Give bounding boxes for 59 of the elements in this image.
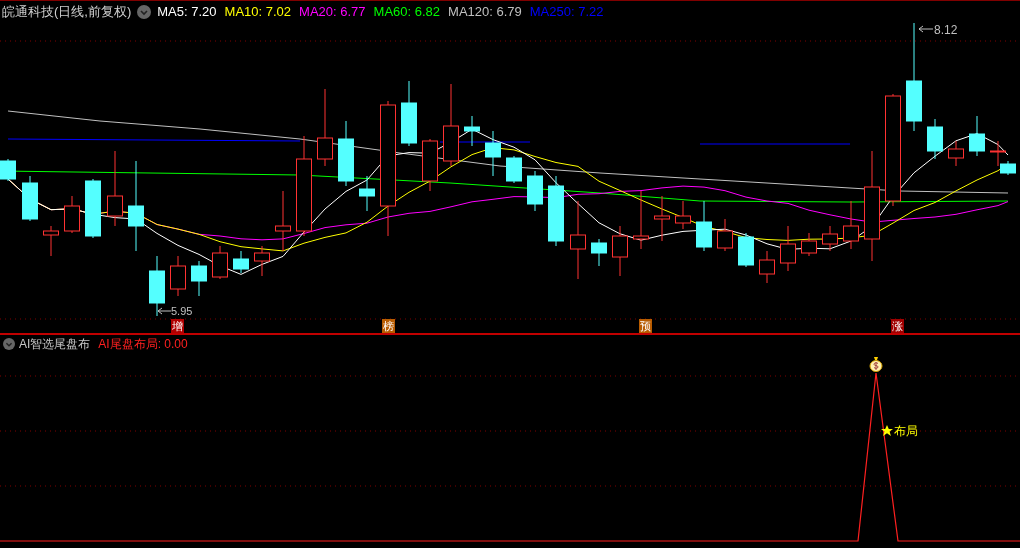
moving-average-value: MA5: 7.20	[157, 3, 217, 22]
candlestick	[464, 115, 480, 147]
candlestick	[22, 175, 38, 222]
candlestick	[401, 80, 417, 147]
event-marker: 增	[171, 319, 184, 333]
candlestick	[212, 245, 228, 280]
candlestick	[254, 245, 270, 277]
moving-average-value: MA250: 7.22	[529, 3, 604, 22]
candlestick	[780, 225, 796, 272]
collapse-icon[interactable]	[3, 338, 15, 350]
moving-average-value: MA20: 6.77	[299, 3, 366, 22]
signal-label: 布局	[894, 423, 918, 440]
candlestick	[738, 232, 754, 268]
moving-average-value: MA10: 7.02	[224, 3, 292, 22]
high-price-label: 8.12	[934, 22, 958, 39]
candlestick	[801, 232, 817, 257]
candlestick	[527, 170, 543, 212]
candlestick	[633, 190, 649, 250]
candlestick	[485, 130, 501, 177]
candlestick	[948, 140, 964, 167]
candlestick	[191, 260, 207, 297]
event-marker: 榜	[382, 319, 395, 333]
candlestick	[612, 225, 628, 277]
candlestick	[149, 255, 165, 317]
candlestick	[822, 225, 838, 252]
candlestick	[675, 200, 691, 230]
candlestick	[759, 250, 775, 284]
candlestick	[548, 175, 564, 247]
candlestick	[233, 250, 249, 274]
candlestick	[591, 238, 607, 267]
candlestick	[654, 195, 670, 242]
leader-line	[157, 305, 171, 317]
candlestick	[717, 218, 733, 252]
collapse-icon[interactable]	[137, 5, 152, 19]
stock-title: 皖通科技(日线,前复权)	[2, 3, 132, 22]
moving-average-value: MA120: 6.79	[448, 3, 522, 22]
candlestick	[422, 138, 438, 192]
indicator-name: AI智选尾盘布	[19, 336, 91, 353]
candlestick	[359, 175, 375, 212]
indicator-reading: AI尾盘布局: 0.00	[98, 336, 188, 353]
candlestick	[338, 120, 354, 187]
candlestick	[170, 255, 186, 297]
low-price-label: 5.95	[171, 305, 193, 317]
star-icon	[881, 425, 893, 437]
event-marker: 涨	[891, 319, 904, 333]
candlestick	[927, 118, 943, 160]
candlestick	[506, 155, 522, 184]
candlestick	[64, 195, 80, 234]
candlestick	[43, 225, 59, 257]
candlestick	[969, 115, 985, 157]
leader-line	[918, 23, 934, 35]
candlestick	[843, 200, 859, 250]
candlestick	[275, 190, 291, 252]
candlestick	[696, 200, 712, 252]
money-bag-icon	[869, 356, 883, 372]
event-marker: 预	[639, 319, 652, 333]
moving-average-value: MA60: 6.82	[373, 3, 441, 22]
candlestick	[0, 158, 16, 182]
candlestick	[85, 178, 101, 239]
